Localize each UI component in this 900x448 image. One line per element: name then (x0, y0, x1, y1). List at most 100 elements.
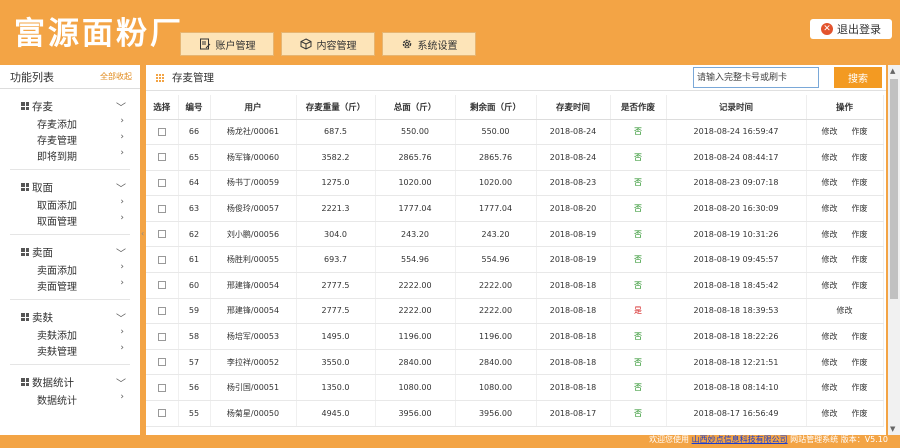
row-void: 否 (610, 170, 667, 197)
row-checkbox[interactable] (157, 204, 166, 213)
divider (10, 364, 130, 365)
row-checkbox[interactable] (157, 281, 166, 290)
grid-icon (21, 248, 29, 256)
edit-link[interactable]: 修改 (822, 254, 838, 265)
top-nav: 账户管理 内容管理 系统设置 (180, 32, 476, 56)
edit-link[interactable]: 修改 (822, 229, 838, 240)
row-total: 1777.04 (375, 195, 456, 222)
void-link[interactable]: 作废 (852, 203, 868, 214)
row-id: 58 (178, 323, 211, 350)
logout-button[interactable]: ✕ 退出登录 (810, 19, 892, 39)
nav-settings[interactable]: 系统设置 (382, 32, 476, 56)
sidebar-item[interactable]: 取面添加 › (0, 196, 140, 212)
row-remain: 1020.00 (455, 170, 537, 197)
sidebar-item[interactable]: 存麦添加 › (0, 115, 140, 131)
sidebar-group-label: 取面 (32, 181, 53, 194)
edit-link[interactable]: 修改 (822, 382, 838, 393)
edit-link[interactable]: 修改 (822, 280, 838, 291)
sidebar-item[interactable]: 卖面管理 › (0, 277, 140, 293)
void-link[interactable]: 作废 (852, 331, 868, 342)
sidebar-item[interactable]: 取面管理 › (0, 212, 140, 228)
row-id: 57 (178, 349, 211, 376)
sidebar-item[interactable]: 即将到期 › (0, 147, 140, 163)
sidebar-group-header[interactable]: 存麦 ﹀ (0, 97, 140, 115)
row-user: 杨书丁/00059 (210, 170, 297, 197)
sidebar-group-header[interactable]: 取面 ﹀ (0, 178, 140, 196)
sidebar-item[interactable]: 数据统计 › (0, 391, 140, 407)
row-id: 60 (178, 272, 211, 299)
chevron-right-icon: › (120, 327, 124, 337)
edit-link[interactable]: 修改 (822, 177, 838, 188)
edit-link[interactable]: 修改 (837, 305, 853, 316)
row-checkbox[interactable] (157, 358, 166, 367)
row-checkbox[interactable] (157, 409, 166, 418)
scroll-down-icon[interactable]: ▼ (890, 425, 895, 433)
row-actions: 修改 作废 (806, 246, 884, 274)
row-checkbox[interactable] (157, 332, 166, 341)
void-link[interactable]: 作废 (852, 280, 868, 291)
void-link[interactable]: 作废 (852, 152, 868, 163)
row-checkbox[interactable] (157, 127, 166, 136)
row-checkbox[interactable] (157, 178, 166, 187)
header: 富源面粉厂 账户管理 内容管理 系统设置 ✕ 退出登录 (0, 0, 900, 58)
sidebar-title: 功能列表 (10, 70, 54, 84)
void-link[interactable]: 作废 (852, 254, 868, 265)
row-checkbox[interactable] (157, 383, 166, 392)
search-button[interactable]: 搜索 (834, 67, 882, 88)
sidebar-item[interactable]: 卖面添加 › (0, 261, 140, 277)
edit-link[interactable]: 修改 (822, 408, 838, 419)
sidebar-group-header[interactable]: 卖麸 ﹀ (0, 308, 140, 326)
table-row: 62 刘小鹏/00056 304.0 243.20 243.20 2018-08-19 否 2… (146, 221, 884, 248)
main-header: 存麦管理 搜索 (146, 65, 886, 91)
nav-account[interactable]: 账户管理 (180, 32, 274, 56)
row-record-time: 2018-08-19 10:31:26 (666, 221, 807, 248)
column-header: 是否作废 (610, 95, 667, 120)
gear-icon (402, 39, 411, 49)
row-checkbox[interactable] (157, 255, 166, 264)
nav-content[interactable]: 内容管理 (281, 32, 375, 56)
row-date: 2018-08-20 (536, 195, 611, 222)
void-link[interactable]: 作废 (852, 177, 868, 188)
row-checkbox[interactable] (157, 230, 166, 239)
row-id: 61 (178, 246, 211, 274)
row-select-cell (146, 298, 179, 325)
row-actions: 修改 作废 (806, 349, 884, 376)
row-user: 杨菊星/00050 (210, 400, 297, 427)
void-link[interactable]: 作废 (852, 126, 868, 137)
void-link[interactable]: 作废 (852, 408, 868, 419)
row-checkbox[interactable] (157, 153, 166, 162)
void-link[interactable]: 作废 (852, 229, 868, 240)
sidebar-item[interactable]: 存麦管理 › (0, 131, 140, 147)
sidebar-group-header[interactable]: 卖面 ﹀ (0, 243, 140, 261)
row-record-time: 2018-08-19 09:45:57 (666, 246, 807, 274)
edit-link[interactable]: 修改 (822, 126, 838, 137)
edit-link[interactable]: 修改 (822, 152, 838, 163)
search-input[interactable] (693, 67, 819, 88)
edit-link[interactable]: 修改 (822, 331, 838, 342)
edit-link[interactable]: 修改 (822, 357, 838, 368)
row-id: 62 (178, 221, 211, 248)
collapse-all-link[interactable]: 全部收起 (100, 71, 132, 82)
table-body: 66 杨龙社/00061 687.5 550.00 550.00 2018-08-24 否 2… (146, 119, 884, 427)
footer-company-link[interactable]: 山西妙点信息科技有限公司 (692, 435, 788, 444)
sidebar-header: 功能列表 全部收起 (0, 65, 140, 89)
scrollbar-thumb[interactable] (890, 79, 898, 299)
cube-icon (300, 38, 311, 50)
void-link[interactable]: 作废 (852, 357, 868, 368)
table-row: 61 杨胜利/00055 693.7 554.96 554.96 2018-08-19 否 2… (146, 246, 884, 274)
sidebar-item[interactable]: 卖麸管理 › (0, 342, 140, 358)
scroll-up-icon[interactable]: ▲ (890, 67, 895, 75)
scrollbar[interactable]: ▲ ▼ (888, 65, 900, 435)
void-link[interactable]: 作废 (852, 382, 868, 393)
row-remain: 550.00 (455, 119, 537, 146)
table-header-row: 选择 编号 用户 存麦重量（斤） 总面（斤） 剩余面（斤） 存麦时间 是否作废 记录时间 操作 (146, 95, 884, 120)
sidebar-group-header[interactable]: 数据统计 ﹀ (0, 373, 140, 391)
row-checkbox[interactable] (157, 306, 166, 315)
row-id: 55 (178, 400, 211, 427)
sidebar-item[interactable]: 卖麸添加 › (0, 326, 140, 342)
row-select-cell (146, 272, 179, 299)
row-user: 邢建锋/00054 (210, 298, 297, 325)
sidebar-item-label: 卖麸添加 (37, 330, 77, 342)
row-actions: 修改 作废 (806, 221, 884, 248)
edit-link[interactable]: 修改 (822, 203, 838, 214)
